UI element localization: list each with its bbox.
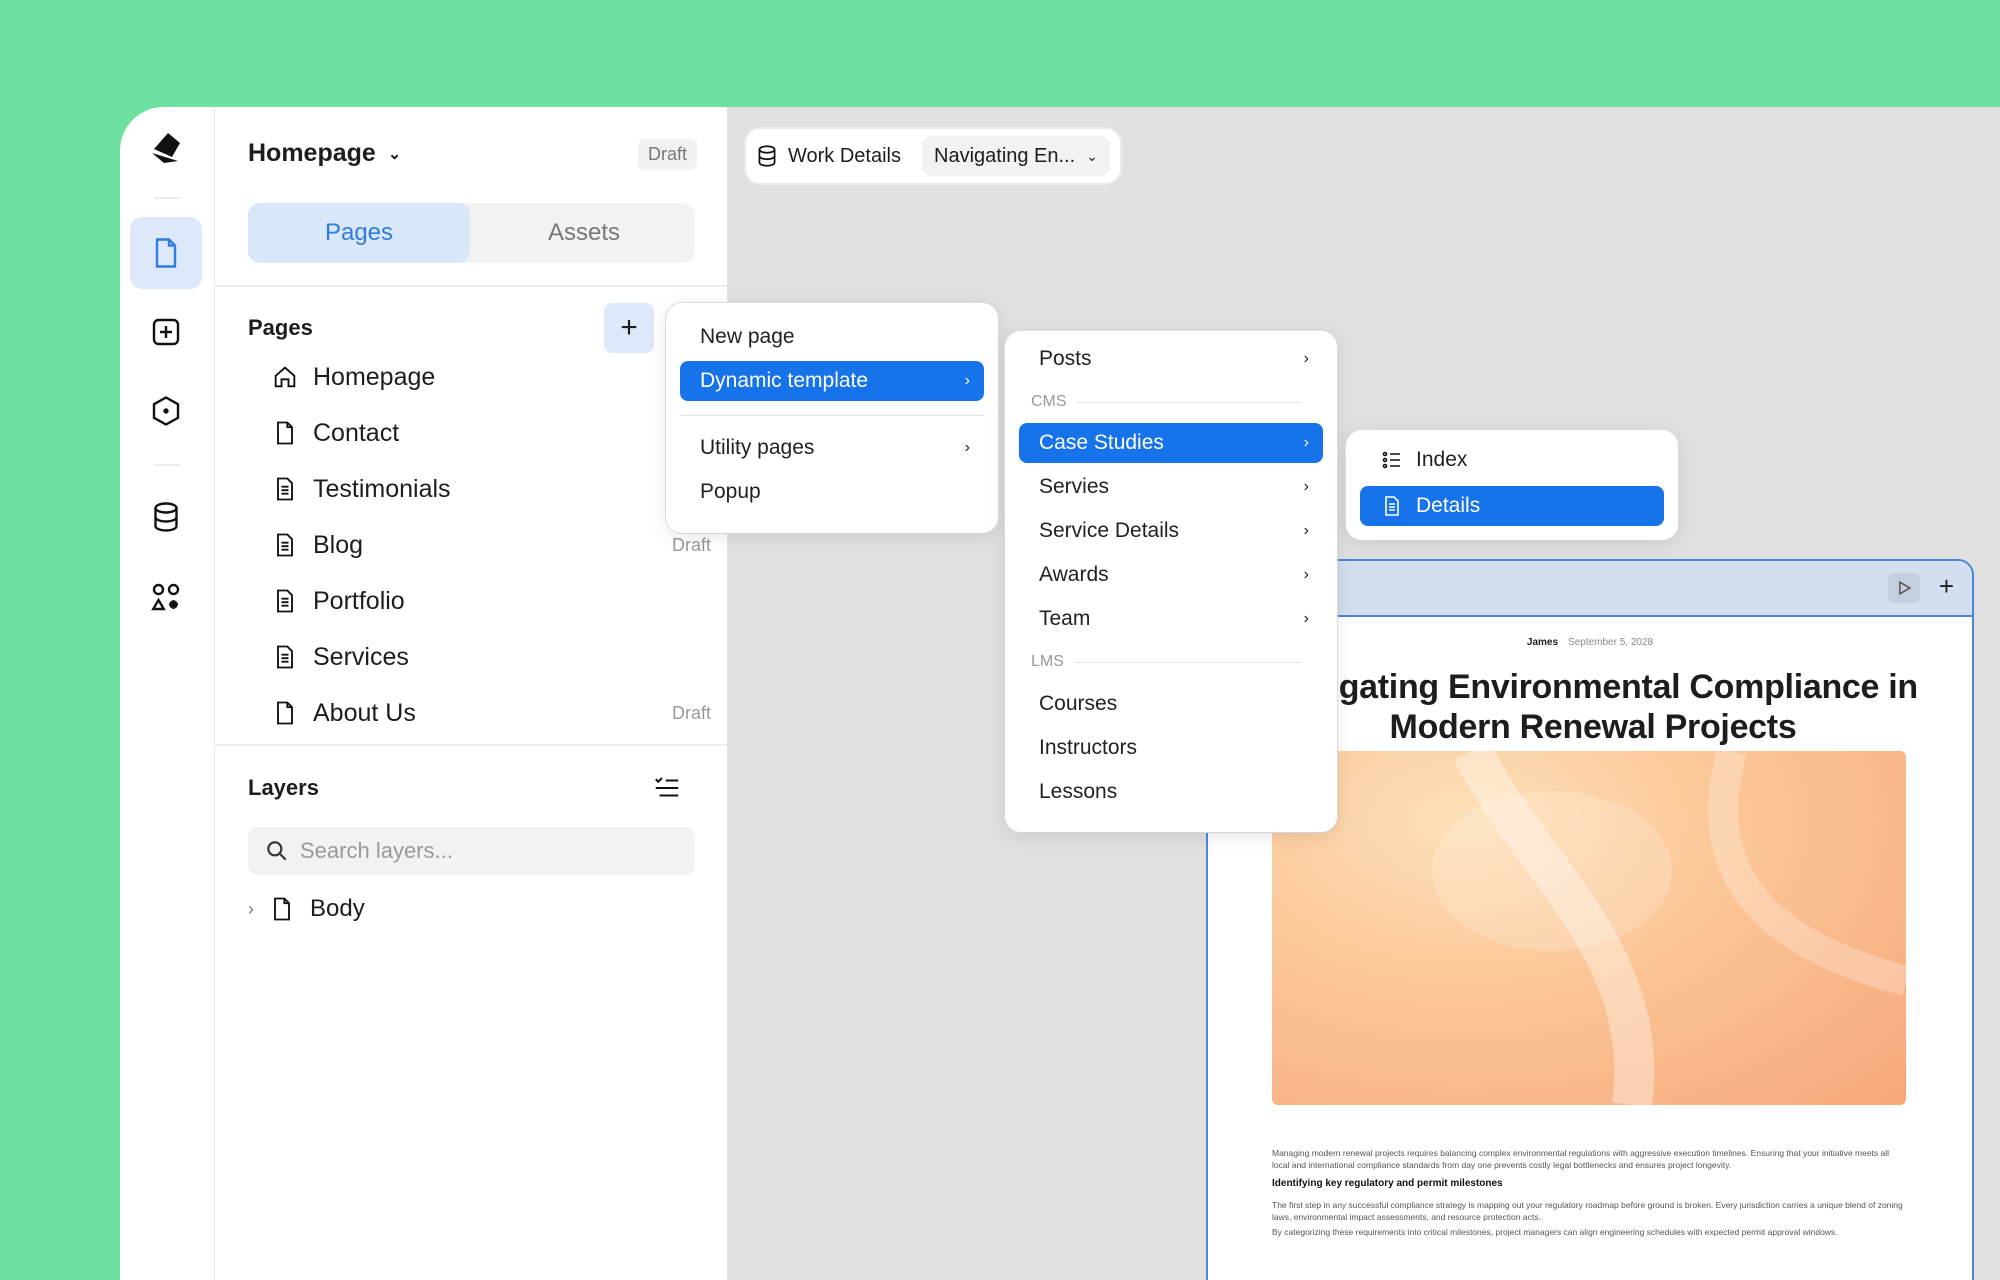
page-item-homepage[interactable]: Homepage — [271, 349, 711, 405]
preview-button[interactable] — [1888, 573, 1920, 603]
add-element-button[interactable] — [130, 296, 202, 368]
date: September 5, 2028 — [1568, 637, 1654, 648]
chevron-down-icon: ⌄ — [1086, 147, 1098, 164]
hero-gradient-shapes — [1432, 751, 1906, 1105]
article-subheading: Identifying key regulatory and permit mi… — [1272, 1178, 1503, 1189]
search-icon — [267, 841, 287, 861]
components-button[interactable] — [130, 375, 202, 447]
menu-item-servies[interactable]: Servies › — [1019, 467, 1323, 507]
add-page-button[interactable]: + — [604, 303, 654, 353]
menu-item-instructors[interactable]: Instructors — [1019, 728, 1323, 768]
apps-button[interactable] — [130, 561, 202, 633]
cms-button[interactable] — [130, 481, 202, 553]
chevron-down-icon: ⌄ — [387, 145, 402, 163]
chevron-right-icon[interactable]: › — [248, 899, 254, 920]
article-paragraph: The first step in any successful complia… — [1272, 1200, 1903, 1222]
pages-heading: Pages — [248, 315, 313, 340]
logo-icon — [152, 133, 180, 163]
page-text-icon — [277, 533, 293, 557]
apps-icon — [151, 583, 180, 611]
chevron-right-icon: › — [1303, 434, 1309, 451]
page-item-contact[interactable]: Contact — [271, 405, 711, 461]
layer-body[interactable]: › Body — [248, 885, 365, 933]
page-text-icon — [277, 589, 293, 613]
chevron-right-icon: › — [1303, 350, 1309, 367]
article-paragraph: By categorizing these requirements into … — [1272, 1227, 1838, 1237]
menu-item-index[interactable]: Index — [1360, 440, 1664, 480]
page-list: Homepage Contact Testimonials Blog Draft… — [271, 349, 711, 741]
page-text-icon — [1385, 496, 1399, 516]
chevron-right-icon: › — [1303, 522, 1309, 539]
page-icon — [277, 701, 293, 725]
menu-item-case-studies[interactable]: Case Studies › — [1019, 423, 1323, 463]
home-icon — [274, 366, 296, 388]
page-item-portfolio[interactable]: Portfolio — [271, 573, 711, 629]
cms-item-dropdown[interactable]: Navigating En... ⌄ — [922, 136, 1110, 176]
menu-item-team[interactable]: Team › — [1019, 599, 1323, 639]
chevron-right-icon: › — [964, 439, 970, 456]
collapse-layers-icon[interactable] — [652, 773, 682, 803]
app-window: Homepage ⌄ Draft Pages Assets Pages + Ho… — [120, 107, 2000, 1280]
menu-item-details[interactable]: Details — [1360, 486, 1664, 526]
tab-assets[interactable]: Assets — [473, 203, 695, 263]
collection-name: Work Details — [788, 144, 901, 167]
database-icon — [758, 145, 776, 167]
search-layers-input[interactable]: Search layers... — [248, 827, 695, 875]
panel-tabs: Pages Assets — [248, 203, 695, 263]
page-item-testimonials[interactable]: Testimonials — [271, 461, 711, 517]
chevron-right-icon: › — [1303, 610, 1309, 627]
page-item-services[interactable]: Services — [271, 629, 711, 685]
draft-label: Draft — [671, 702, 711, 723]
menu-item-awards[interactable]: Awards › — [1019, 555, 1323, 595]
page-icon — [277, 421, 293, 445]
template-source-menu: Posts › CMS Case Studies › Servies › Servic… — [1005, 331, 1337, 832]
page-text-icon — [277, 477, 293, 501]
author: James — [1526, 637, 1559, 648]
page-selector[interactable]: Homepage ⌄ — [248, 139, 401, 168]
draft-label: Draft — [671, 534, 711, 555]
collection-page-menu: Index Details — [1346, 430, 1678, 540]
add-breakpoint-icon[interactable]: + — [1939, 571, 1954, 602]
list-icon — [1382, 451, 1400, 469]
hero-image — [1272, 751, 1906, 1105]
hexagon-icon — [152, 396, 180, 426]
cms-item-name: Navigating En... — [934, 144, 1076, 167]
play-icon — [1899, 580, 1912, 596]
page-item-blog[interactable]: Blog Draft — [271, 517, 711, 573]
cms-item-selector: Work Details Navigating En... ⌄ — [746, 129, 1120, 183]
chevron-right-icon: › — [1303, 566, 1309, 583]
status-badge: Draft — [637, 139, 697, 170]
menu-item-new-page[interactable]: New page — [680, 317, 984, 357]
chevron-right-icon: › — [1303, 478, 1309, 495]
pages-panel: Homepage ⌄ Draft Pages Assets Pages + Ho… — [215, 107, 728, 1280]
section-label-lms: LMS — [1031, 653, 1311, 671]
menu-item-lessons[interactable]: Lessons — [1019, 772, 1323, 812]
add-page-menu: New page Dynamic template › Utility pages… — [666, 303, 998, 533]
chevron-right-icon: › — [964, 372, 970, 389]
icon-rail — [120, 107, 215, 1280]
page-text-icon — [277, 645, 293, 669]
pages-tool-button[interactable] — [130, 217, 202, 289]
menu-item-utility-pages[interactable]: Utility pages › — [680, 428, 984, 468]
menu-item-posts[interactable]: Posts › — [1019, 339, 1323, 379]
page-title: Homepage — [248, 139, 376, 167]
page-icon — [274, 897, 290, 921]
page-item-about-us[interactable]: About Us Draft — [271, 685, 711, 741]
page-icon — [155, 238, 177, 268]
tab-pages[interactable]: Pages — [248, 203, 470, 263]
menu-item-dynamic-template[interactable]: Dynamic template › — [680, 361, 984, 401]
menu-item-courses[interactable]: Courses — [1019, 684, 1323, 724]
menu-item-service-details[interactable]: Service Details › — [1019, 511, 1323, 551]
plus-square-icon — [152, 318, 180, 346]
article-paragraph: Managing modern renewal projects require… — [1272, 1148, 1890, 1170]
database-icon — [154, 502, 178, 532]
layers-heading: Layers — [248, 775, 319, 800]
search-placeholder: Search layers... — [300, 838, 453, 863]
section-label-cms: CMS — [1031, 393, 1311, 411]
menu-item-popup[interactable]: Popup — [680, 472, 984, 512]
